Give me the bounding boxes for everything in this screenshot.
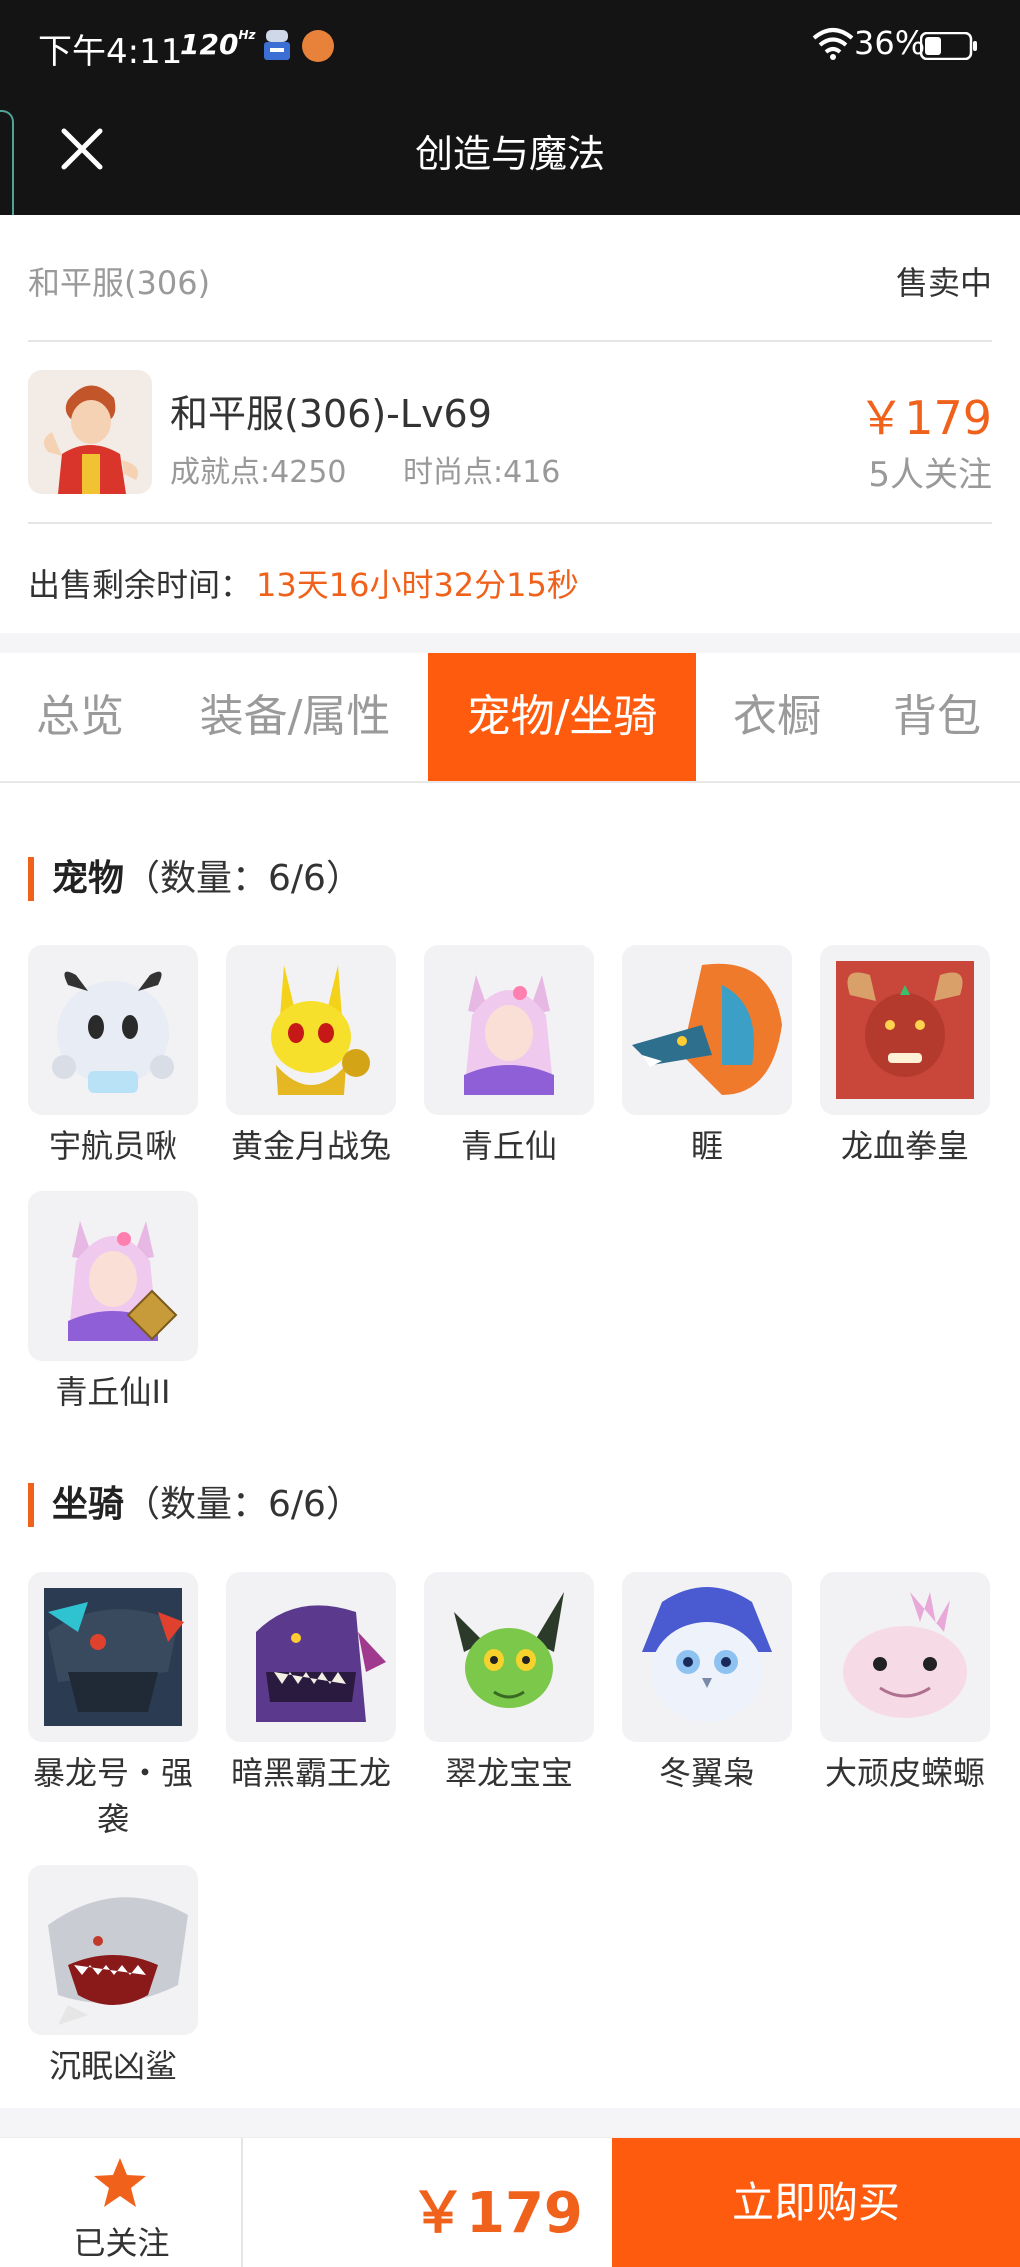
achievement-points: 成就点:4250 bbox=[170, 455, 347, 490]
pet-image bbox=[820, 945, 990, 1115]
pet-image bbox=[424, 945, 594, 1115]
app-notification-icon-2 bbox=[302, 30, 334, 62]
pet-name: 黄金月战兔 bbox=[230, 1127, 391, 1165]
mount-item[interactable]: 冬翼枭 bbox=[622, 1572, 792, 1796]
refresh-rate-value: 120 bbox=[180, 28, 239, 61]
tab-overview[interactable]: 总览 bbox=[10, 653, 150, 781]
refresh-rate-unit: Hz bbox=[238, 28, 256, 42]
mount-image bbox=[820, 1572, 990, 1742]
follow-label: 已关注 bbox=[73, 2224, 170, 2262]
listing-info-card: 和平服(306) 售卖中 和平服(306)-Lv69 成就点:4250 时尚点:… bbox=[0, 215, 1020, 633]
app-notification-icon bbox=[264, 30, 290, 60]
fashion-points: 时尚点:416 bbox=[403, 455, 561, 490]
divider bbox=[28, 522, 992, 524]
follow-button[interactable]: 已关注 bbox=[0, 2138, 243, 2267]
bottom-price: ￥179 bbox=[410, 2181, 583, 2246]
pet-name: 青丘仙 bbox=[460, 1127, 557, 1165]
pet-image bbox=[28, 945, 198, 1115]
mount-name: 暴龙号・强袭 bbox=[32, 1754, 193, 1838]
page-title: 创造与魔法 bbox=[414, 132, 605, 176]
mounts-section-title: 坐骑（数量：6/6） bbox=[28, 1483, 362, 1527]
mount-item[interactable]: 翠龙宝宝 bbox=[424, 1572, 594, 1796]
tab-wardrobe[interactable]: 衣橱 bbox=[712, 653, 842, 781]
pet-name: 龙血拳皇 bbox=[840, 1127, 969, 1165]
mount-item[interactable]: 大顽皮蝾螈 bbox=[820, 1572, 990, 1796]
mount-image bbox=[226, 1572, 396, 1742]
pet-name: 青丘仙II bbox=[55, 1373, 171, 1411]
pet-item[interactable]: II 青丘仙II bbox=[28, 1115, 330, 1415]
pet-item[interactable]: 宇航员啾 bbox=[28, 945, 198, 1169]
mount-name: 冬翼枭 bbox=[658, 1754, 755, 1792]
pets-title: 宠物 bbox=[52, 858, 125, 899]
mount-image bbox=[28, 1865, 198, 2035]
remaining-time-label: 出售剩余时间： bbox=[28, 566, 253, 604]
battery-percent: 36% bbox=[854, 24, 926, 62]
pet-name: 宇航员啾 bbox=[48, 1127, 177, 1165]
pets-mounts-panel: 宠物（数量：6/6） 宇航员啾 黄金月战兔 青丘仙 睚 龙血拳皇 II 青丘仙I… bbox=[0, 783, 1020, 2108]
pet-item[interactable]: 黄金月战兔 bbox=[226, 945, 396, 1169]
character-name: 和平服(306)-Lv69 bbox=[170, 392, 492, 436]
mounts-title: 坐骑 bbox=[52, 1484, 125, 1525]
mount-item[interactable]: 暗黑霸王龙 bbox=[226, 1572, 396, 1796]
listing-price: ￥179 bbox=[858, 391, 992, 445]
pet-image bbox=[622, 945, 792, 1115]
tab-backpack[interactable]: 背包 bbox=[872, 653, 1002, 781]
divider bbox=[28, 340, 992, 342]
server-label: 和平服(306) bbox=[28, 264, 211, 302]
character-avatar bbox=[28, 370, 152, 494]
status-bar: 下午4:11 120Hz 36% bbox=[0, 0, 1020, 95]
mount-image bbox=[28, 1572, 198, 1742]
mount-name: 暗黑霸王龙 bbox=[230, 1754, 391, 1792]
pets-count: （数量：6/6） bbox=[124, 858, 362, 899]
battery-icon bbox=[920, 32, 977, 60]
remaining-time-value: 13天16小时32分15秒 bbox=[256, 566, 579, 604]
mount-name: 沉眠凶鲨 bbox=[48, 2047, 177, 2085]
buy-now-button[interactable]: 立即购买 bbox=[612, 2138, 1020, 2267]
pet-image: II bbox=[28, 1115, 330, 1361]
wifi-icon bbox=[812, 28, 854, 60]
mount-image bbox=[424, 1572, 594, 1742]
tab-pets-mounts[interactable]: 宠物/坐骑 bbox=[428, 653, 696, 781]
mount-name: 翠龙宝宝 bbox=[444, 1754, 573, 1792]
tab-equipment[interactable]: 装备/属性 bbox=[180, 653, 410, 781]
pet-image bbox=[226, 945, 396, 1115]
bottom-action-bar: 已关注 ￥179 立即购买 bbox=[0, 2137, 1020, 2267]
detail-tabs: 总览 装备/属性 宠物/坐骑 衣橱 背包 bbox=[0, 653, 1020, 783]
mount-image bbox=[622, 1572, 792, 1742]
follower-count: 5人关注 bbox=[868, 455, 992, 495]
refresh-rate-indicator: 120Hz bbox=[180, 28, 255, 61]
pet-name: 睚 bbox=[690, 1127, 723, 1165]
pets-section-title: 宠物（数量：6/6） bbox=[28, 857, 362, 901]
character-portrait bbox=[28, 370, 152, 494]
star-icon bbox=[94, 2158, 146, 2207]
mount-name: 大顽皮蝾螈 bbox=[824, 1754, 985, 1792]
sale-status-badge: 售卖中 bbox=[895, 264, 992, 302]
pet-item[interactable]: 龙血拳皇 bbox=[820, 945, 990, 1169]
status-time: 下午4:11 bbox=[38, 32, 183, 72]
mounts-count: （数量：6/6） bbox=[124, 1484, 362, 1525]
mount-item[interactable]: 暴龙号・强袭 bbox=[28, 1572, 198, 1842]
pet-item[interactable]: 青丘仙 bbox=[424, 945, 594, 1169]
pet-item[interactable]: 睚 bbox=[622, 945, 792, 1169]
nav-bar: 创造与魔法 bbox=[0, 95, 1020, 215]
mount-item[interactable]: 沉眠凶鲨 bbox=[28, 1865, 198, 2089]
